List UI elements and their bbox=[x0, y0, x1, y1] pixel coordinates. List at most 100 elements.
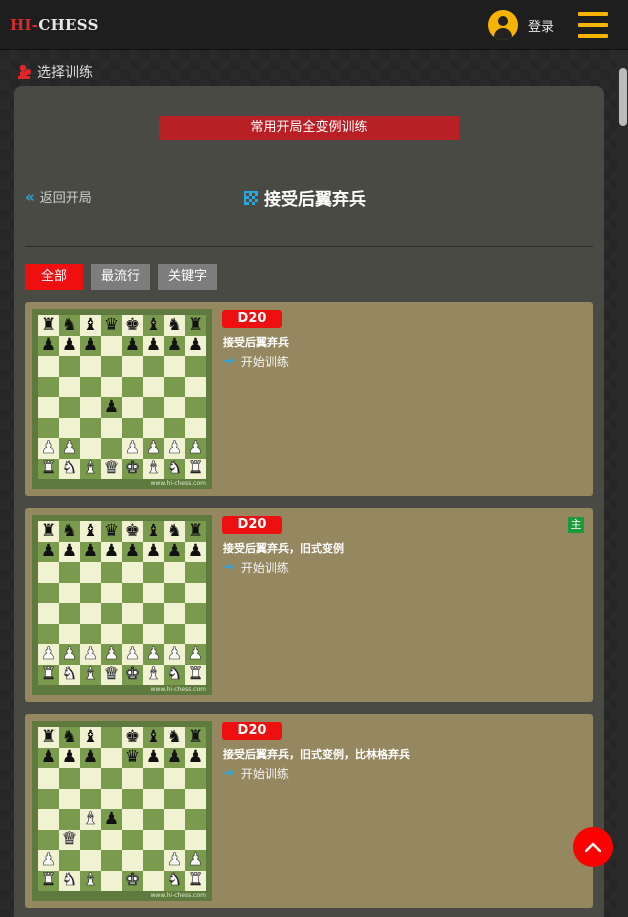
board-square: ♞ bbox=[59, 315, 80, 336]
arrow-right-icon: ➜ bbox=[223, 354, 234, 369]
page-title: 接受后翼弃兵 bbox=[244, 185, 366, 210]
black-pawn-icon: ♟ bbox=[187, 541, 204, 562]
board-square bbox=[164, 376, 185, 397]
white-king-icon: ♚ bbox=[124, 870, 141, 891]
board-square: ♜ bbox=[185, 315, 206, 336]
black-bishop-icon: ♝ bbox=[82, 520, 99, 541]
board-square bbox=[101, 623, 122, 644]
back-to-top-button[interactable] bbox=[573, 827, 613, 867]
board-square bbox=[101, 438, 122, 459]
board-square: ♟ bbox=[185, 644, 206, 665]
board-square bbox=[80, 603, 101, 624]
board-square: ♛ bbox=[101, 458, 122, 479]
user-circle-icon[interactable] bbox=[488, 10, 518, 40]
board-square: ♛ bbox=[101, 521, 122, 542]
filter-keyword[interactable]: 关键字 bbox=[158, 264, 218, 290]
board-square bbox=[143, 809, 164, 830]
chevron-up-icon bbox=[585, 842, 601, 852]
board-square bbox=[80, 376, 101, 397]
board-square: ♟ bbox=[38, 438, 59, 459]
start-training-link[interactable]: ➜ 开始训练 bbox=[223, 559, 289, 576]
scrollbar-track[interactable] bbox=[617, 50, 628, 917]
white-knight-icon: ♞ bbox=[166, 870, 183, 891]
login-link[interactable]: 登录 bbox=[528, 16, 554, 35]
black-rook-icon: ♜ bbox=[187, 520, 204, 541]
chess-board-thumbnail[interactable]: ♜ ♞ ♝ ♚ ♝ ♞ ♜ ♟ ♟ ♟ ♛ ♟ ♟ ♟ ♝ ♟ ♛ ♟ ♟ ♟ ♜ ♞ ♝ ♚ ♞ ♜ www.hi-chess.… bbox=[32, 721, 212, 901]
board-square bbox=[122, 788, 143, 809]
white-pawn-icon: ♟ bbox=[145, 437, 162, 458]
black-pawn-icon: ♟ bbox=[166, 747, 183, 768]
board-square: ♟ bbox=[101, 809, 122, 830]
white-pawn-icon: ♟ bbox=[187, 437, 204, 458]
scrollbar-thumb[interactable] bbox=[619, 68, 627, 126]
board-square: ♞ bbox=[164, 458, 185, 479]
arrow-right-icon: ➜ bbox=[223, 560, 234, 575]
board-square: ♟ bbox=[101, 644, 122, 665]
board-square: ♝ bbox=[80, 458, 101, 479]
board-square: ♞ bbox=[59, 521, 80, 542]
start-training-link[interactable]: ➜ 开始训练 bbox=[223, 353, 289, 370]
board-square bbox=[101, 829, 122, 850]
chess-board-thumbnail[interactable]: ♜ ♞ ♝ ♛ ♚ ♝ ♞ ♜ ♟ ♟ ♟ ♟ ♟ ♟ ♟ ♟ ♟ ♟ ♟ ♟ ♟ ♟ ♟ ♟ ♜ ♞ ♝ ♛ ♚ ♝ ♞ ♜ www.hi-… bbox=[32, 515, 212, 695]
opening-card[interactable]: ♜ ♞ ♝ ♛ ♚ ♝ ♞ ♜ ♟ ♟ ♟ ♟ ♟ ♟ ♟ ♟ ♟ ♟ ♟ ♟ ♟ ♟ ♟ ♟ ♜ ♞ ♝ ♛ ♚ ♝ ♞ ♜ www.hi-… bbox=[25, 508, 593, 702]
hamburger-menu-icon[interactable] bbox=[578, 12, 608, 38]
board-square: ♜ bbox=[185, 458, 206, 479]
board-square: ♚ bbox=[122, 727, 143, 748]
board-square: ♟ bbox=[143, 644, 164, 665]
card-title[interactable]: 接受后翼弃兵，旧式变例 bbox=[223, 540, 344, 556]
board-square: ♟ bbox=[143, 438, 164, 459]
board-square: ♟ bbox=[185, 747, 206, 768]
board-square: ♟ bbox=[59, 541, 80, 562]
section-label: 选择训练 bbox=[17, 62, 93, 82]
double-chevron-left-icon: « bbox=[25, 187, 35, 206]
board-square bbox=[38, 603, 59, 624]
board-square bbox=[101, 768, 122, 789]
start-training-link[interactable]: ➜ 开始训练 bbox=[223, 765, 289, 782]
black-bishop-icon: ♝ bbox=[82, 314, 99, 335]
black-pawn-icon: ♟ bbox=[103, 541, 120, 562]
board-square bbox=[38, 562, 59, 583]
board-square: ♟ bbox=[164, 541, 185, 562]
board-square bbox=[80, 788, 101, 809]
top-navbar: HI-CHESS 登录 bbox=[0, 0, 628, 50]
board-square bbox=[59, 417, 80, 438]
board-square: ♝ bbox=[80, 727, 101, 748]
logo-hi: HI- bbox=[10, 16, 39, 34]
board-square bbox=[164, 603, 185, 624]
white-king-icon: ♚ bbox=[124, 458, 141, 479]
black-pawn-icon: ♟ bbox=[145, 747, 162, 768]
chess-board-thumbnail[interactable]: ♜ ♞ ♝ ♛ ♚ ♝ ♞ ♜ ♟ ♟ ♟ ♟ ♟ ♟ ♟ ♟ ♟ ♟ ♟ ♟ ♟ ♟ ♜ ♞ ♝ ♛ ♚ ♝ ♞ ♜ www.hi-ch… bbox=[32, 309, 212, 489]
black-queen-icon: ♛ bbox=[103, 314, 120, 335]
card-title[interactable]: 接受后翼弃兵 bbox=[223, 334, 289, 350]
board-square: ♞ bbox=[59, 727, 80, 748]
board-square: ♟ bbox=[122, 438, 143, 459]
white-bishop-icon: ♝ bbox=[82, 808, 99, 829]
board-square bbox=[80, 397, 101, 418]
board-square bbox=[185, 623, 206, 644]
opening-card[interactable]: ♜ ♞ ♝ ♚ ♝ ♞ ♜ ♟ ♟ ♟ ♛ ♟ ♟ ♟ ♝ ♟ ♛ ♟ ♟ ♟ ♜ ♞ ♝ ♚ ♞ ♜ www.hi-chess.… bbox=[25, 714, 593, 908]
board-square: ♜ bbox=[185, 664, 206, 685]
board-square bbox=[143, 768, 164, 789]
board-square bbox=[38, 829, 59, 850]
board-square bbox=[38, 582, 59, 603]
white-pawn-icon: ♟ bbox=[166, 437, 183, 458]
card-title[interactable]: 接受后翼弃兵，旧式变例，比林格弃兵 bbox=[223, 746, 410, 762]
board-square: ♚ bbox=[122, 315, 143, 336]
board-square: ♝ bbox=[80, 521, 101, 542]
board-square bbox=[59, 768, 80, 789]
board-square bbox=[38, 768, 59, 789]
white-bishop-icon: ♝ bbox=[82, 664, 99, 685]
filter-popular[interactable]: 最流行 bbox=[91, 264, 151, 290]
opening-card[interactable]: ♜ ♞ ♝ ♛ ♚ ♝ ♞ ♜ ♟ ♟ ♟ ♟ ♟ ♟ ♟ ♟ ♟ ♟ ♟ ♟ ♟ ♟ ♜ ♞ ♝ ♛ ♚ ♝ ♞ ♜ www.hi-ch… bbox=[25, 302, 593, 496]
board-square bbox=[38, 623, 59, 644]
board-square bbox=[101, 417, 122, 438]
back-to-openings-link[interactable]: « 返回开局 bbox=[25, 187, 92, 207]
common-openings-button[interactable]: 常用开局全变例训练 bbox=[159, 116, 459, 140]
filter-all[interactable]: 全部 bbox=[25, 264, 84, 290]
site-logo[interactable]: HI-CHESS bbox=[10, 16, 99, 34]
board-square bbox=[80, 438, 101, 459]
white-rook-icon: ♜ bbox=[40, 870, 57, 891]
board-square bbox=[185, 582, 206, 603]
board-square: ♜ bbox=[38, 521, 59, 542]
black-knight-icon: ♞ bbox=[166, 314, 183, 335]
